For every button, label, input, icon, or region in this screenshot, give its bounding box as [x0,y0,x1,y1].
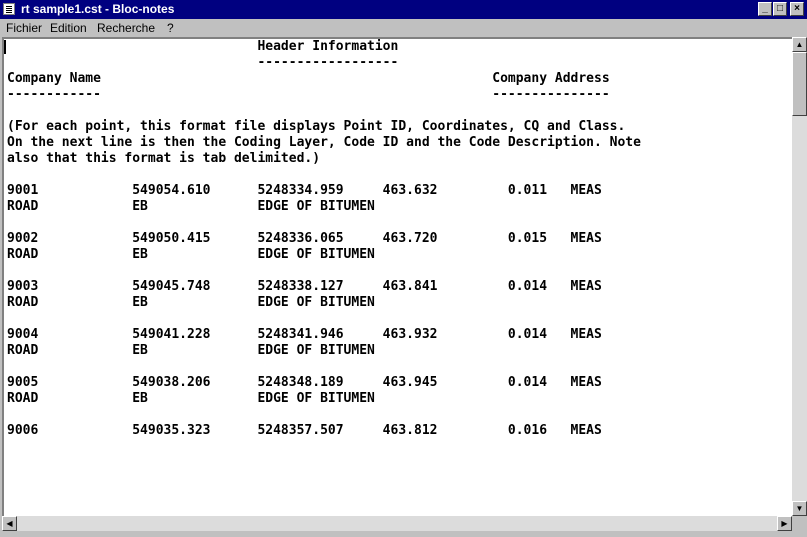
horizontal-scrollbar[interactable]: ◀ ▶ [2,516,792,531]
text-line: ROAD EB EDGE OF BITUMEN [7,295,375,310]
text-cursor [4,40,6,54]
text-editor[interactable]: Header Information ------------------ Com… [2,37,792,516]
scroll-left-button[interactable]: ◀ [2,516,17,531]
minimize-button[interactable]: _ [758,2,772,16]
close-button[interactable]: × [790,2,804,16]
text-line [7,263,641,279]
menu-help[interactable]: ? [167,21,174,35]
text-line: 9002 549050.415 5248336.065 463.720 0.01… [7,231,602,246]
notepad-window: rt sample1.cst - Bloc-notes _ □ × Fichie… [0,0,807,537]
text-line: ROAD EB EDGE OF BITUMEN [7,343,375,358]
text-line [7,359,641,375]
resize-grip[interactable] [792,516,807,531]
scroll-up-button[interactable]: ▲ [792,37,807,52]
text-line: (For each point, this format file displa… [7,119,626,134]
text-line [7,103,641,119]
text-line: ROAD EB EDGE OF BITUMEN [7,247,375,262]
text-line: 9006 549035.323 5248357.507 463.812 0.01… [7,423,602,438]
notepad-icon[interactable] [3,3,15,15]
text-line: 9004 549041.228 5248341.946 463.932 0.01… [7,327,602,342]
maximize-button[interactable]: □ [773,2,787,16]
menu-edit[interactable]: Edition [50,21,87,35]
window-title: rt sample1.cst - Bloc-notes [21,2,175,16]
title-bar[interactable]: rt sample1.cst - Bloc-notes _ □ × [0,0,807,19]
text-line: also that this format is tab delimited.) [7,151,321,166]
text-line: Header Information [7,39,399,54]
text-line: On the next line is then the Coding Laye… [7,135,641,150]
text-line [7,311,641,327]
text-line: Company Name Company Address [7,71,610,86]
text-line [7,215,641,231]
scroll-right-button[interactable]: ▶ [777,516,792,531]
scroll-down-button[interactable]: ▼ [792,501,807,516]
text-line [7,167,641,183]
vertical-scroll-thumb[interactable] [792,52,807,116]
text-line: ------------------ [7,55,399,70]
text-line: 9003 549045.748 5248338.127 463.841 0.01… [7,279,602,294]
text-line: ROAD EB EDGE OF BITUMEN [7,391,375,406]
menu-file[interactable]: Fichier [6,21,42,35]
menu-bar: Fichier Edition Recherche ? [0,19,807,37]
text-line: ------------ --------------- [7,87,610,102]
text-line [7,407,641,423]
menu-search[interactable]: Recherche [97,21,155,35]
text-line: 9005 549038.206 5248348.189 463.945 0.01… [7,375,602,390]
text-line: ROAD EB EDGE OF BITUMEN [7,199,375,214]
document-text: Header Information ------------------ Com… [7,39,641,439]
vertical-scrollbar[interactable]: ▲ ▼ [792,37,807,516]
text-line: 9001 549054.610 5248334.959 463.632 0.01… [7,183,602,198]
